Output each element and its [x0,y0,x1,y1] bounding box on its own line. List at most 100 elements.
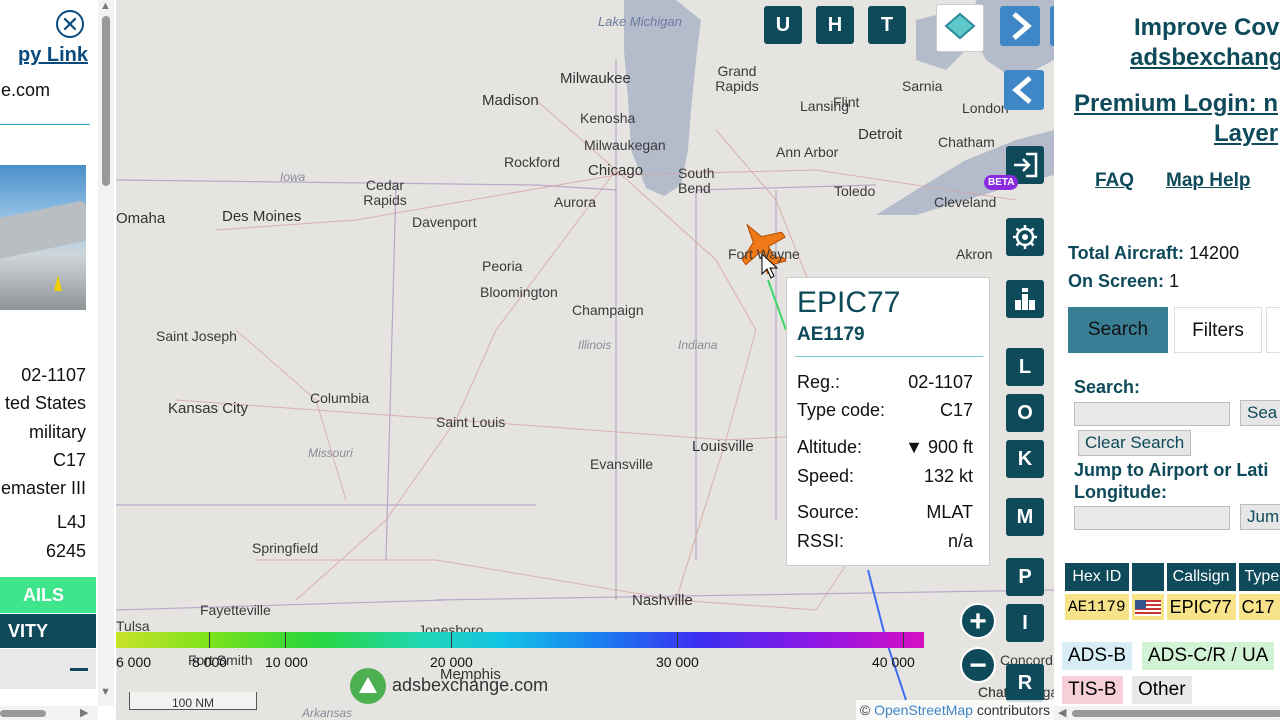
city-label: Saint Joseph [156,328,237,344]
popup-label: Speed: [797,466,855,486]
scroll-up-icon[interactable]: ▲ [100,0,111,12]
source-adsb[interactable]: ADS-B [1062,642,1133,670]
popup-row-speed: Speed: 132 kt [797,466,973,487]
city-label: Rockford [504,154,561,170]
collapse-left-button[interactable] [1004,70,1044,110]
col-callsign[interactable]: Callsign [1166,563,1236,591]
scroll-down-icon[interactable]: ▼ [100,686,111,698]
city-label: Flint [833,94,860,110]
map-attribution: © OpenStreetMap contributors [855,700,1054,720]
popup-row-type: Type code: C17 [797,400,973,421]
jump-input[interactable] [1074,506,1230,530]
city-label: Aurora [554,194,597,210]
popup-label: Type code: [797,400,886,420]
info-type: C17 [52,450,86,470]
legend-tick [677,632,678,648]
popup-label: Reg.: [797,372,841,392]
jump-label-line1: Jump to Airport or Lati [1074,460,1269,480]
scroll-left-icon[interactable]: ◀ [1058,706,1066,719]
layers-icon [944,12,976,40]
city-label: Columbia [310,390,370,406]
close-icon[interactable]: ✕ [56,10,84,38]
state-label: Indiana [678,338,718,352]
city-label: Davenport [412,214,477,230]
legend-label: 10 000 [265,654,308,670]
aircraft-popup[interactable]: EPIC77 AE1179 Reg.: 02-1107 Type code: C17… [786,277,990,566]
premium-login-link[interactable]: Premium Login: n [1074,90,1278,118]
scroll-thumb[interactable] [0,710,46,717]
col-type[interactable]: Type [1238,563,1280,591]
city-label: Chatham [938,134,995,150]
osm-link[interactable]: OpenStreetMap [874,702,973,718]
scroll-thumb[interactable] [102,16,110,186]
source-tisb[interactable]: TIS-B [1062,676,1123,704]
toggle-i-button[interactable]: I [1006,604,1044,642]
popup-value: ▼ 900 ft [905,437,973,457]
source-adsc[interactable]: ADS-C/R / UA [1142,642,1275,670]
city-label: Kenosha [580,110,636,126]
toggle-k-button[interactable]: K [1006,440,1044,478]
photo-cone-shape [54,275,62,291]
jump-button[interactable]: Jum [1240,504,1280,530]
scroll-right-icon[interactable]: ▶ [80,706,88,719]
popup-row-rssi: RSSI: n/a [797,531,973,552]
details-tab[interactable]: AILS [0,577,96,613]
copy-link[interactable]: py Link [18,44,88,67]
zoom-out-button[interactable]: − [960,647,996,683]
toggle-h-button[interactable]: H [816,6,854,44]
minus-icon[interactable] [70,668,88,671]
left-horizontal-scrollbar[interactable]: ▶ [0,706,98,720]
info-country: ted States [4,393,86,413]
settings-button[interactable] [1006,218,1044,256]
toggle-t-button[interactable]: T [868,6,906,44]
faq-link[interactable]: FAQ [1095,170,1134,192]
cell-type: C17 [1238,594,1280,620]
expand-right-button[interactable] [1000,6,1040,46]
left-vertical-scrollbar[interactable]: ▲ ▼ [98,0,114,706]
search-button[interactable]: Sea [1240,400,1280,426]
layers-button[interactable] [936,4,984,52]
aircraft-photo[interactable] [0,165,86,310]
toggle-o-button[interactable]: O [1006,394,1044,432]
col-hex-id[interactable]: Hex ID [1065,563,1129,591]
tab-filters[interactable]: Filters [1174,307,1262,353]
improve-coverage-link[interactable]: adsbexchang [1130,44,1280,72]
zoom-in-button[interactable]: + [960,603,996,639]
gear-icon [1013,225,1037,249]
legend-label: 6 000 [116,654,152,670]
right-horizontal-scrollbar[interactable]: ◀ [1054,706,1280,720]
city-label: Milwaukee [560,70,631,87]
premium-layer-link[interactable]: Layer [1214,120,1278,148]
popup-hex: AE1179 [797,324,865,345]
info-registration: 02-1107 [21,365,86,385]
collapse-section[interactable] [0,649,96,689]
scroll-thumb[interactable] [1072,710,1280,717]
total-aircraft-label: Total Aircraft: [1068,243,1185,263]
tab-search[interactable]: Search [1068,307,1168,353]
toggle-u-button[interactable]: U [764,6,802,44]
jump-label-line2: Longitude: [1074,482,1167,502]
table-row[interactable]: AE1179 EPIC77 C17 [1065,594,1280,620]
col-flag[interactable] [1131,563,1164,591]
city-label: Fayetteville [200,602,271,618]
map-view[interactable]: Lake Michigan Milwaukee Madison Grand Ra… [116,0,1054,720]
altitude-color-legend [116,632,924,648]
toggle-p-button[interactable]: P [1006,558,1044,596]
improve-coverage-title: Improve Cov [1134,14,1280,41]
activity-tab[interactable]: VITY [0,614,96,648]
toggle-l-button[interactable]: L [1006,348,1044,386]
state-label: Missouri [308,446,353,460]
clear-search-button[interactable]: Clear Search [1078,430,1192,456]
city-label: Cleveland [934,194,997,210]
search-input[interactable] [1074,402,1230,426]
source-other[interactable]: Other [1132,676,1192,704]
toggle-r-button[interactable]: R [1006,664,1044,702]
popup-value: C17 [939,400,973,420]
cell-hex: AE1179 [1065,594,1129,620]
stats-button[interactable] [1006,280,1044,318]
popup-label: Altitude: [797,437,863,457]
toggle-m-button[interactable]: M [1006,498,1044,536]
city-label: Saint Louis [436,414,506,430]
map-help-link[interactable]: Map Help [1166,170,1250,192]
tab-more[interactable] [1266,307,1280,353]
